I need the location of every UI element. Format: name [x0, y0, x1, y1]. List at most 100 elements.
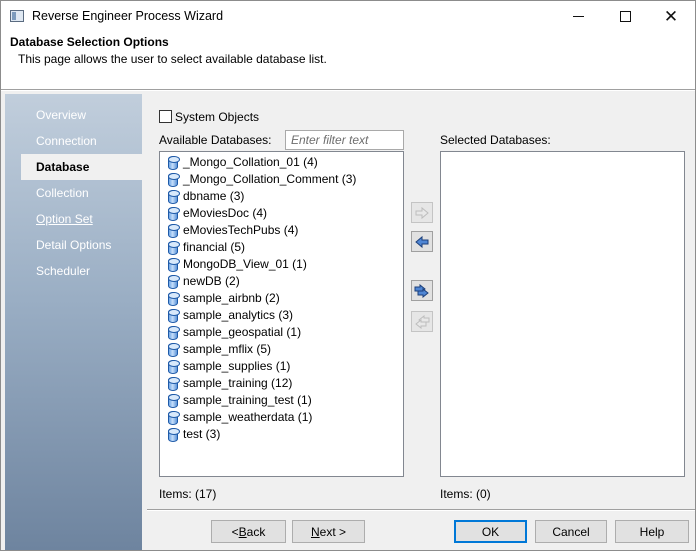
- list-item[interactable]: newDB (2): [160, 273, 403, 290]
- list-item[interactable]: _Mongo_Collation_01 (4): [160, 154, 403, 171]
- back-button-prefix: <: [231, 524, 239, 539]
- selected-databases-label: Selected Databases:: [440, 133, 551, 147]
- back-button[interactable]: < Back: [211, 520, 286, 543]
- database-icon: [168, 427, 180, 442]
- database-icon: [168, 376, 180, 391]
- footer-divider: [147, 509, 695, 511]
- list-item-label: financial (5): [183, 240, 246, 254]
- database-icon: [168, 393, 180, 408]
- list-item[interactable]: _Mongo_Collation_Comment (3): [160, 171, 403, 188]
- list-item-label: sample_training (12): [183, 376, 293, 390]
- list-item[interactable]: sample_analytics (3): [160, 307, 403, 324]
- wizard-window: Reverse Engineer Process Wizard ✕ Databa…: [0, 0, 696, 551]
- sidebar-item-collection[interactable]: Collection: [21, 180, 142, 206]
- available-databases-list[interactable]: _Mongo_Collation_01 (4) _Mongo_Collation_…: [159, 151, 404, 477]
- ok-button[interactable]: OK: [454, 520, 527, 543]
- list-item[interactable]: sample_mflix (5): [160, 341, 403, 358]
- system-objects-label[interactable]: System Objects: [175, 110, 259, 124]
- system-objects-checkbox[interactable]: [159, 110, 172, 123]
- page-description: This page allows the user to select avai…: [18, 52, 327, 66]
- list-item[interactable]: eMoviesTechPubs (4): [160, 222, 403, 239]
- list-item-label: _Mongo_Collation_01 (4): [183, 155, 318, 169]
- list-item-label: eMoviesDoc (4): [183, 206, 268, 220]
- database-icon: [168, 325, 180, 340]
- page-title: Database Selection Options: [10, 35, 169, 49]
- database-icon: [168, 257, 180, 272]
- next-button-hotkey: N: [310, 524, 320, 539]
- minimize-button[interactable]: [555, 1, 601, 32]
- database-icon: [168, 155, 180, 170]
- close-icon: ✕: [663, 7, 679, 26]
- database-icon: [168, 342, 180, 357]
- filter-input[interactable]: [285, 130, 404, 150]
- list-item[interactable]: financial (5): [160, 239, 403, 256]
- move-all-right-button[interactable]: [411, 280, 433, 301]
- list-item-label: sample_weatherdata (1): [183, 410, 313, 424]
- database-icon: [168, 410, 180, 425]
- maximize-button[interactable]: [602, 1, 648, 32]
- list-item-label: eMoviesTechPubs (4): [183, 223, 299, 237]
- sidebar-item-option-set[interactable]: Option Set: [21, 206, 142, 232]
- app-icon: [10, 10, 24, 22]
- double-arrow-right-icon: [414, 283, 429, 298]
- move-left-button[interactable]: [411, 231, 433, 252]
- list-item-label: test (3): [183, 427, 221, 441]
- back-button-suffix: ack: [246, 524, 266, 539]
- sidebar-item-overview[interactable]: Overview: [21, 102, 142, 128]
- move-right-button[interactable]: [411, 202, 433, 223]
- arrow-right-icon: [415, 206, 429, 219]
- list-item[interactable]: MongoDB_View_01 (1): [160, 256, 403, 273]
- database-icon: [168, 223, 180, 238]
- sidebar-item-detail-options[interactable]: Detail Options: [21, 232, 142, 258]
- selected-databases-list[interactable]: [440, 151, 685, 477]
- list-item[interactable]: eMoviesDoc (4): [160, 205, 403, 222]
- selected-items-count: Items: (0): [440, 487, 491, 501]
- next-button-suffix: ext >: [319, 524, 347, 539]
- list-item-label: sample_supplies (1): [183, 359, 291, 373]
- back-button-hotkey: B: [238, 524, 247, 539]
- list-item-label: sample_airbnb (2): [183, 291, 280, 305]
- list-item-label: newDB (2): [183, 274, 240, 288]
- list-item[interactable]: sample_geospatial (1): [160, 324, 403, 341]
- page-header: Database Selection Options This page all…: [1, 32, 695, 90]
- database-icon: [168, 359, 180, 374]
- list-item[interactable]: test (3): [160, 426, 403, 443]
- maximize-icon: [619, 11, 631, 22]
- help-button[interactable]: Help: [615, 520, 689, 543]
- database-icon: [168, 189, 180, 204]
- list-item-label: MongoDB_View_01 (1): [183, 257, 307, 271]
- available-items-count: Items: (17): [159, 487, 217, 501]
- database-icon: [168, 274, 180, 289]
- list-item[interactable]: sample_training (12): [160, 375, 403, 392]
- list-item[interactable]: sample_supplies (1): [160, 358, 403, 375]
- list-item-label: sample_analytics (3): [183, 308, 294, 322]
- list-item[interactable]: sample_weatherdata (1): [160, 409, 403, 426]
- sidebar-item-database[interactable]: Database: [21, 154, 142, 180]
- list-item-label: sample_mflix (5): [183, 342, 272, 356]
- list-item-label: _Mongo_Collation_Comment (3): [183, 172, 357, 186]
- list-item-label: sample_training_test (1): [183, 393, 312, 407]
- list-item-label: sample_geospatial (1): [183, 325, 302, 339]
- title-bar: Reverse Engineer Process Wizard ✕: [1, 1, 695, 32]
- database-icon: [168, 206, 180, 221]
- minimize-icon: [572, 16, 584, 17]
- list-item[interactable]: dbname (3): [160, 188, 403, 205]
- window-title: Reverse Engineer Process Wizard: [32, 9, 224, 23]
- move-all-left-button[interactable]: [411, 311, 433, 332]
- list-item-label: dbname (3): [183, 189, 245, 203]
- cancel-button[interactable]: Cancel: [535, 520, 607, 543]
- list-item[interactable]: sample_airbnb (2): [160, 290, 403, 307]
- header-divider: [1, 89, 695, 91]
- database-icon: [168, 308, 180, 323]
- database-icon: [168, 240, 180, 255]
- close-button[interactable]: ✕: [648, 1, 694, 32]
- database-icon: [168, 172, 180, 187]
- sidebar-item-scheduler[interactable]: Scheduler: [21, 258, 142, 284]
- list-item[interactable]: sample_training_test (1): [160, 392, 403, 409]
- available-databases-label: Available Databases:: [159, 133, 272, 147]
- wizard-sidebar: Overview Connection Database Collection …: [5, 94, 142, 550]
- double-arrow-left-icon: [415, 314, 430, 329]
- sidebar-item-connection[interactable]: Connection: [21, 128, 142, 154]
- database-icon: [168, 291, 180, 306]
- next-button[interactable]: Next >: [292, 520, 365, 543]
